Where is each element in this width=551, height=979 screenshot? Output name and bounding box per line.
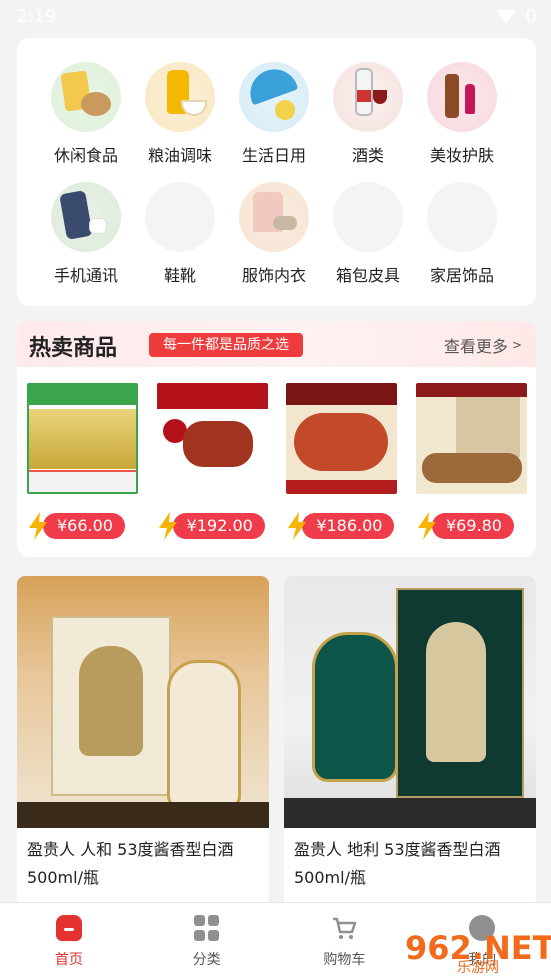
nav-home[interactable]: 首页 <box>0 903 138 979</box>
wifi-icon <box>495 9 516 24</box>
home-icon <box>55 915 82 941</box>
section-title: 热卖商品 <box>29 336 118 361</box>
price-badge: ¥66.00 <box>27 512 125 540</box>
status-bar: 2:19 0 <box>0 0 551 34</box>
bag-icon <box>333 182 403 252</box>
category-label: 休闲食品 <box>53 146 118 165</box>
hot-product-item[interactable]: ¥69.80 <box>415 383 527 540</box>
product-name: 盈贵人 地利 53度酱香型白酒 500ml/瓶 <box>294 840 501 887</box>
nav-label: 首页 <box>54 952 83 968</box>
category-daily-use[interactable]: 生活日用 <box>227 62 321 166</box>
price-value: ¥192.00 <box>172 513 265 539</box>
hot-product-item[interactable]: ¥66.00 <box>27 383 138 540</box>
category-card: 休闲食品 粮油调味 生活日用 酒类 美妆护肤 手机通讯 鞋靴 服饰内衣 箱包皮具… <box>17 38 536 306</box>
price-badge: ¥192.00 <box>157 512 265 540</box>
status-indicators: 0 <box>495 6 537 27</box>
price-badge: ¥186.00 <box>286 512 395 540</box>
hot-product-item[interactable]: ¥186.00 <box>286 383 398 540</box>
product-thumbnail <box>286 383 398 494</box>
lightning-icon <box>286 512 308 540</box>
category-label: 鞋靴 <box>163 266 196 285</box>
category-label: 粮油调味 <box>147 146 212 165</box>
lightning-icon <box>157 512 179 540</box>
status-time: 2:19 <box>16 6 57 27</box>
category-label: 酒类 <box>351 146 384 165</box>
category-grid: 休闲食品 粮油调味 生活日用 酒类 美妆护肤 手机通讯 鞋靴 服饰内衣 箱包皮具… <box>17 62 536 286</box>
product-card[interactable]: 盈贵人 地利 53度酱香型白酒 500ml/瓶 <box>284 576 536 906</box>
shoes-icon <box>145 182 215 252</box>
category-home-decor[interactable]: 家居饰品 <box>415 182 509 286</box>
nav-cart[interactable]: 购物车 <box>276 903 414 979</box>
quality-tag: 每一件都是品质之选 <box>149 333 303 357</box>
umbrella-icon <box>239 62 309 132</box>
category-icon <box>193 915 220 941</box>
category-label: 服饰内衣 <box>241 266 306 285</box>
category-label: 箱包皮具 <box>335 266 400 285</box>
home-decor-icon <box>427 182 497 252</box>
category-label: 生活日用 <box>241 146 306 165</box>
lightning-icon <box>416 512 438 540</box>
category-phones[interactable]: 手机通讯 <box>39 182 133 286</box>
lightning-icon <box>27 512 49 540</box>
category-label: 美妆护肤 <box>429 146 494 165</box>
category-beauty[interactable]: 美妆护肤 <box>415 62 509 166</box>
product-feed: 盈贵人 人和 53度酱香型白酒 500ml/瓶 盈贵人 地利 53度酱香型白酒 … <box>17 576 536 906</box>
clothing-icon <box>239 182 309 252</box>
nav-label: 购物车 <box>323 952 366 968</box>
price-value: ¥66.00 <box>43 513 125 539</box>
watermark-sub: 乐游网 <box>457 960 499 976</box>
phone-icon <box>51 182 121 252</box>
price-value: ¥186.00 <box>302 513 395 539</box>
nav-label: 分类 <box>192 952 221 968</box>
price-badge: ¥69.80 <box>416 512 514 540</box>
product-thumbnail <box>415 383 527 494</box>
product-name: 盈贵人 人和 53度酱香型白酒 500ml/瓶 <box>27 840 234 887</box>
snack-icon <box>51 62 121 132</box>
category-label: 家居饰品 <box>429 266 494 285</box>
product-card[interactable]: 盈贵人 人和 53度酱香型白酒 500ml/瓶 <box>17 576 269 906</box>
wine-icon <box>333 62 403 132</box>
product-image <box>284 576 536 828</box>
category-clothing[interactable]: 服饰内衣 <box>227 182 321 286</box>
site-watermark: 962.NET 乐游网 <box>405 929 551 976</box>
price-value: ¥69.80 <box>431 513 514 539</box>
hot-products-section: 热卖商品 每一件都是品质之选 查看更多 > ¥66.00 ¥192.00 ¥18… <box>17 321 536 557</box>
hot-products-header: 热卖商品 每一件都是品质之选 查看更多 > <box>17 321 536 367</box>
chevron-right-icon: > <box>511 338 522 352</box>
battery-text: 0 <box>525 6 537 27</box>
view-more-label: 查看更多 <box>443 337 508 356</box>
product-thumbnail <box>156 383 268 494</box>
category-label: 手机通讯 <box>53 266 118 285</box>
category-bags[interactable]: 箱包皮具 <box>321 182 415 286</box>
view-more-link[interactable]: 查看更多 > <box>444 333 522 357</box>
category-grain-oil[interactable]: 粮油调味 <box>133 62 227 166</box>
hot-product-item[interactable]: ¥192.00 <box>156 383 268 540</box>
category-wine[interactable]: 酒类 <box>321 62 415 166</box>
product-image <box>17 576 269 828</box>
cart-icon <box>331 915 357 941</box>
nav-category[interactable]: 分类 <box>138 903 276 979</box>
oil-icon <box>145 62 215 132</box>
product-thumbnail <box>27 383 138 494</box>
category-snacks[interactable]: 休闲食品 <box>39 62 133 166</box>
hot-products-list: ¥66.00 ¥192.00 ¥186.00 ¥69.80 <box>27 383 527 540</box>
category-shoes[interactable]: 鞋靴 <box>133 182 227 286</box>
cosmetics-icon <box>427 62 497 132</box>
